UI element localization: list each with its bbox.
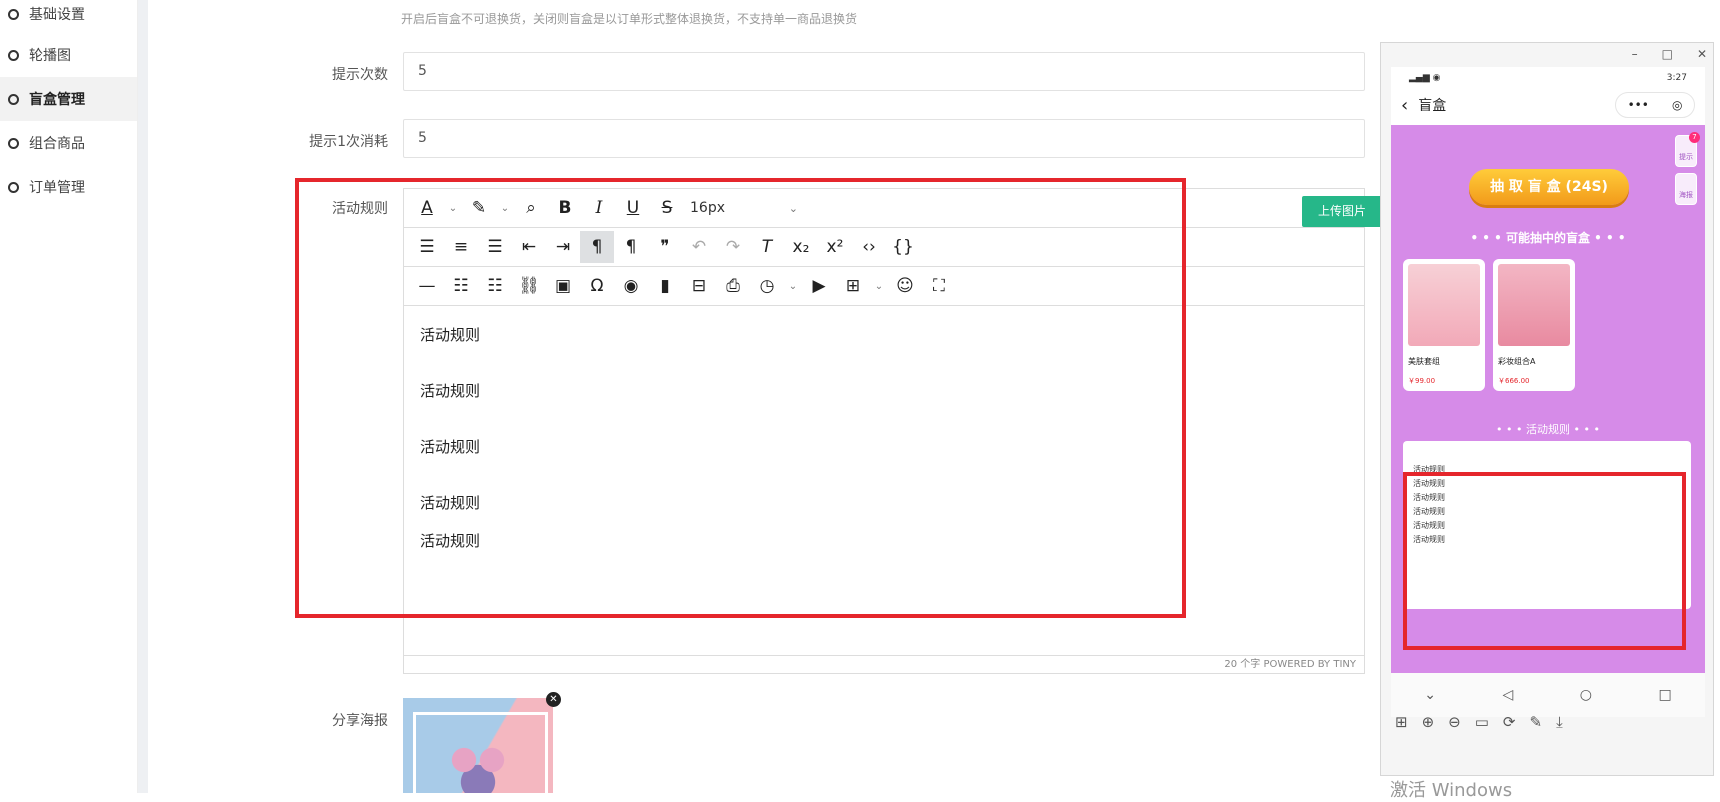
sidebar-item-orders[interactable]: 订单管理 — [0, 165, 137, 209]
preview-toolbar: ⊞ ⊕ ⊖ ▭ ⟳ ✎ ⤓ — [1395, 713, 1563, 731]
circle-icon — [8, 93, 19, 105]
circle-icon — [8, 49, 19, 61]
back-arrow-icon[interactable]: ‹ — [1401, 95, 1408, 116]
circle-icon — [8, 181, 19, 193]
upload-image-button[interactable]: 上传图片 — [1302, 196, 1382, 227]
tip-cost-input[interactable]: 5 — [403, 119, 1365, 158]
poster-badge[interactable]: 海报 — [1675, 173, 1697, 205]
nav-home-icon[interactable]: ○ — [1580, 687, 1592, 703]
sidebar-item-bundles[interactable]: 组合商品 — [0, 121, 137, 165]
poster-label: 分享海报 — [332, 713, 388, 729]
signal-icon: ▂▄▆ ◉ — [1409, 73, 1441, 83]
product-image — [1408, 264, 1480, 346]
circle-icon — [8, 8, 19, 20]
hint-count-badge: 7 — [1689, 132, 1700, 143]
product-price: ￥666.00 — [1498, 377, 1530, 385]
more-icon[interactable]: ••• — [1628, 98, 1649, 112]
chevron-down-icon[interactable]: ⌄ — [1424, 687, 1436, 703]
product-card[interactable]: 彩妆组合A ￥666.00 — [1493, 259, 1575, 391]
tip-cost-label: 提示1次消耗 — [309, 134, 388, 150]
possible-title: • • • 可能抽中的盲盒 • • • — [1470, 231, 1626, 245]
product-card[interactable]: 美肤套组 ￥99.00 — [1403, 259, 1485, 391]
return-hint: 开启后盲盒不可退换货，关闭则盲盒是以订单形式整体退换货，不支持单一商品退换货 — [401, 12, 858, 26]
phone-preview-window: – □ ✕ ▂▄▆ ◉ 3:27 ‹ 盲盒 ••• ◎ 抽 取 盲 盒 (24S)… — [1380, 42, 1714, 776]
draw-blind-box-button[interactable]: 抽 取 盲 盒 (24S) — [1469, 169, 1629, 205]
download-icon[interactable]: ⤓ — [1556, 713, 1563, 731]
editor-status-bar: 20 个字 POWERED BY TINY — [404, 655, 1364, 673]
highlight-box-editor — [295, 178, 1186, 618]
nav-back-icon[interactable]: ◁ — [1502, 687, 1513, 703]
circle-icon — [8, 137, 19, 149]
sidebar-item-basic-settings[interactable]: 基础设置 — [0, 0, 137, 36]
share-poster-image[interactable] — [403, 698, 553, 793]
rules-title: • • • 活动规则 • • • — [1496, 423, 1600, 436]
target-icon[interactable]: ◎ — [1672, 98, 1682, 112]
status-time: 3:27 — [1666, 73, 1687, 83]
window-controls: – □ ✕ — [1632, 47, 1707, 61]
mini-program-title: 盲盒 — [1418, 98, 1447, 114]
zoom-in-icon[interactable]: ⊕ — [1422, 713, 1435, 731]
tip-count-input[interactable]: 5 — [403, 52, 1365, 91]
edit-icon[interactable]: ✎ — [1530, 713, 1543, 731]
minimize-icon[interactable]: – — [1632, 47, 1638, 61]
rotate-icon[interactable]: ⟳ — [1503, 713, 1516, 731]
product-name: 美肤套组 — [1408, 357, 1440, 366]
highlight-box-phone-rules — [1403, 472, 1686, 650]
sidebar: 基础设置 轮播图 盲盒管理 组合商品 订单管理 — [0, 0, 138, 793]
gutter — [138, 0, 148, 793]
sidebar-item-blind-box[interactable]: 盲盒管理 — [0, 77, 137, 121]
grid-icon[interactable]: ⊞ — [1395, 713, 1408, 731]
close-icon[interactable]: ✕ — [546, 692, 561, 707]
mini-program-navbar: ‹ 盲盒 ••• ◎ — [1391, 89, 1705, 121]
hint-badge[interactable]: 提示 7 — [1675, 132, 1700, 167]
status-bar: ▂▄▆ ◉ 3:27 — [1391, 67, 1705, 89]
maximize-icon[interactable]: □ — [1662, 47, 1673, 61]
capsule-menu[interactable]: ••• ◎ — [1615, 92, 1695, 118]
zoom-out-icon[interactable]: ⊖ — [1448, 713, 1461, 731]
sidebar-item-carousel[interactable]: 轮播图 — [0, 33, 137, 77]
tip-count-label: 提示次数 — [332, 67, 388, 83]
product-image — [1498, 264, 1570, 346]
actual-size-icon[interactable]: ▭ — [1475, 713, 1489, 731]
product-name: 彩妆组合A — [1498, 357, 1536, 366]
windows-watermark: 激活 Windows — [1390, 780, 1513, 801]
nav-recent-icon[interactable]: □ — [1658, 687, 1671, 703]
flower-illustration — [443, 738, 513, 793]
product-price: ￥99.00 — [1408, 377, 1436, 385]
android-nav-bar: ⌄ ◁ ○ □ — [1391, 673, 1705, 717]
close-icon[interactable]: ✕ — [1697, 47, 1707, 61]
